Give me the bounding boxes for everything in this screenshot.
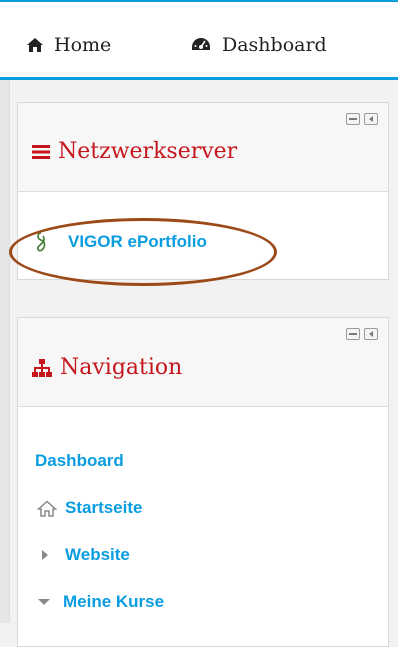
nav-meine-kurse-item[interactable]: Meine Kurse: [37, 592, 164, 612]
sitemap-icon: [32, 358, 52, 377]
left-gutter: [0, 0, 10, 623]
nav-dashboard-link-label: Dashboard: [35, 451, 124, 470]
nav-startseite-link[interactable]: Startseite: [37, 498, 142, 518]
vigor-eportfolio-label: VIGOR ePortfolio: [68, 232, 207, 251]
hamburger-icon: [32, 144, 50, 159]
chevron-down-icon: [38, 599, 50, 605]
block-title-label: Netzwerkserver: [58, 139, 238, 164]
block-header: Netzwerkserver: [18, 103, 388, 192]
nav-meine-kurse-label: Meine Kurse: [63, 592, 165, 611]
mahara-icon: [36, 232, 46, 252]
chevron-right-icon: [42, 550, 48, 560]
nav-home-label: Home: [54, 34, 112, 56]
dashboard-icon: [192, 38, 210, 50]
nav-website-item[interactable]: Website: [40, 545, 130, 565]
block-header: Navigation: [18, 318, 388, 407]
top-navbar: Home Dashboard: [0, 0, 398, 80]
block-controls: [346, 328, 378, 340]
nav-dashboard-link[interactable]: Dashboard: [35, 451, 124, 471]
home-icon: [37, 499, 57, 517]
minimize-icon[interactable]: [346, 328, 360, 340]
block-title-label: Navigation: [60, 355, 183, 380]
netzwerkserver-block: Netzwerkserver VIGOR ePortfolio: [17, 102, 389, 280]
minimize-icon[interactable]: [346, 113, 360, 125]
vigor-eportfolio-link[interactable]: VIGOR ePortfolio: [34, 231, 207, 253]
block-title: Navigation: [32, 355, 182, 380]
block-title: Netzwerkserver: [32, 139, 237, 164]
nav-dashboard[interactable]: Dashboard: [190, 34, 327, 56]
nav-home[interactable]: Home: [26, 34, 111, 56]
dock-icon[interactable]: [364, 328, 378, 340]
nav-website-label: Website: [65, 545, 130, 564]
navigation-block: Navigation Dashboard Startseite Website …: [17, 317, 389, 647]
dock-icon[interactable]: [364, 113, 378, 125]
nav-dashboard-label: Dashboard: [222, 34, 327, 56]
block-controls: [346, 113, 378, 125]
home-icon: [27, 38, 43, 52]
nav-startseite-label: Startseite: [65, 498, 143, 517]
